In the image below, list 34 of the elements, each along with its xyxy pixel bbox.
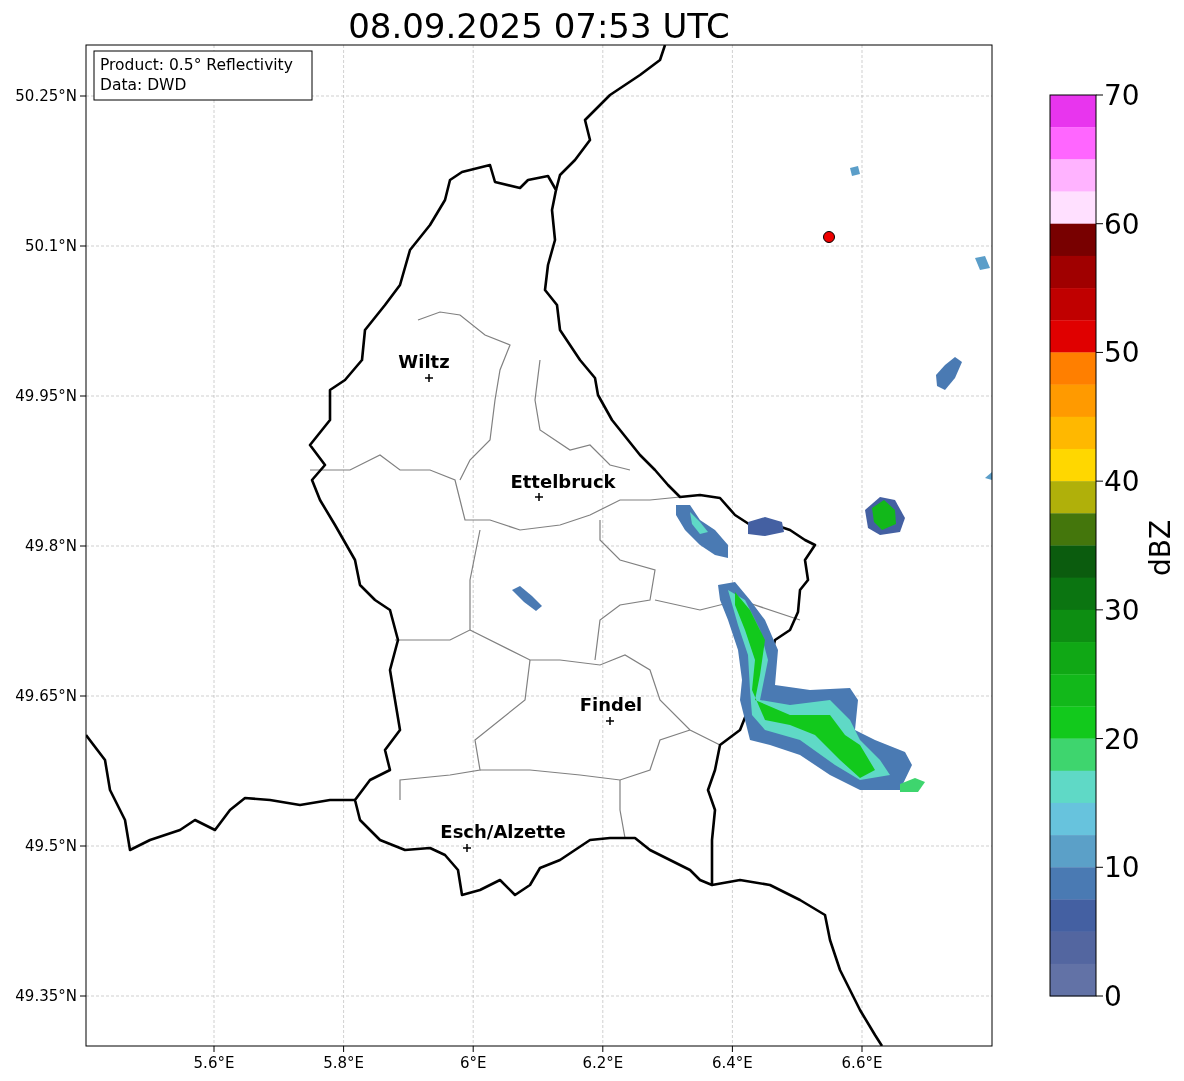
info-text: Product: 0.5° Reflectivity [100,56,293,74]
longitude-label: 6.6°E [841,1054,883,1072]
longitude-label: 6.2°E [582,1054,624,1072]
colorbar-label: dBZ [1144,519,1177,577]
colorbar-tick-label: 40 [1104,465,1140,499]
colorbar-tick-label: 70 [1104,79,1140,112]
city-label: Findel [579,694,643,715]
location-marker [823,231,835,243]
city-marker-icon [424,373,434,383]
info-text: Data: DWD [100,76,187,94]
colorbar-tick-label: 20 [1104,722,1140,756]
longitude-label: 6.4°E [712,1054,753,1072]
latitude-label: 50.1°N [24,237,77,255]
chart-title: 08.09.2025 07:53 UTC [348,6,730,46]
longitude-label: 6°E [459,1054,487,1072]
city-marker-icon [605,716,615,726]
colorbar-tick-label: 30 [1104,593,1140,627]
latitude-label: 49.35°N [15,987,77,1005]
longitude-label: 5.8°E [323,1054,364,1072]
longitude-label: 5.6°E [193,1054,235,1072]
colorbar-tick-label: 10 [1104,851,1140,885]
city-label: Esch/Alzette [440,821,566,842]
city-marker-icon [534,492,544,502]
latitude-label: 49.65°N [15,687,77,705]
latitude-label: 49.5°N [24,837,77,855]
latitude-label: 49.8°N [24,537,77,555]
latitude-label: 50.25°N [15,87,77,105]
city-marker-icon [462,843,472,853]
latitude-label: 49.95°N [15,387,77,405]
colorbar-tick-label: 50 [1104,336,1140,370]
city-label: Ettelbruck [510,471,616,492]
city-label: Wiltz [398,351,450,372]
colorbar-tick-label: 60 [1104,207,1140,241]
colorbar-tick-label: 0 [1104,980,1122,1013]
